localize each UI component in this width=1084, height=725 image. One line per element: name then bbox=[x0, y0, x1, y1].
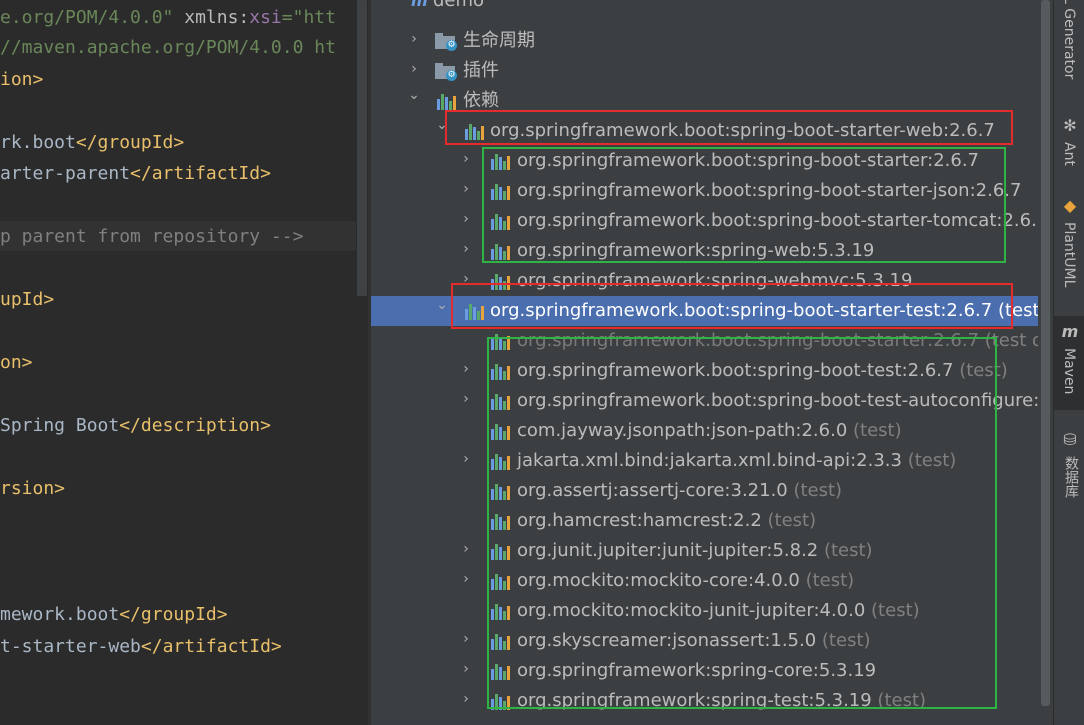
editor-scrollbar-thumb[interactable] bbox=[357, 0, 367, 296]
code-token: Spring Boot bbox=[0, 415, 120, 436]
chevron-right-icon[interactable]: › bbox=[459, 392, 473, 406]
code-line: Spring Boot</description> bbox=[0, 412, 271, 440]
tree-scrollbar-thumb[interactable] bbox=[1041, 0, 1050, 706]
chevron-right-icon[interactable]: › bbox=[459, 572, 473, 586]
chevron-right-icon[interactable]: › bbox=[459, 692, 473, 706]
tree-row[interactable]: › ⚙ 插件 bbox=[371, 56, 1053, 86]
chevron-right-icon[interactable]: › bbox=[459, 362, 473, 376]
chevron-right-icon[interactable]: › bbox=[459, 632, 473, 646]
maven-dependency-tree[interactable]: m demo › ⚙ 生命周期 › ⚙ 插件 ⌄ 依赖 ⌄ org.springframework.b… bbox=[371, 0, 1053, 725]
code-line: p parent from repository --> bbox=[0, 223, 303, 251]
code-token: rk.boot bbox=[0, 132, 76, 153]
code-token: t-starter-web bbox=[0, 636, 141, 657]
tree-row-label: 生命周期 bbox=[463, 26, 535, 56]
chevron-right-icon[interactable]: › bbox=[407, 62, 421, 76]
ant-icon: ✻ bbox=[1063, 116, 1077, 135]
code-token: </description> bbox=[119, 415, 271, 436]
maven-module-icon: m bbox=[411, 0, 428, 10]
database-icon: ⛁ bbox=[1063, 430, 1077, 449]
code-token: rsion> bbox=[0, 478, 66, 499]
chevron-right-icon[interactable]: › bbox=[459, 152, 473, 166]
code-token: ="htt bbox=[281, 7, 336, 28]
folder-gear-icon: ⚙ bbox=[435, 31, 457, 51]
tool-ant[interactable]: ✻ Ant bbox=[1054, 110, 1084, 170]
highlight-box-starter-web bbox=[445, 110, 1013, 145]
dependency-name: 插件 bbox=[463, 60, 499, 81]
chevron-right-icon[interactable]: › bbox=[459, 662, 473, 676]
tool-database-label: 数据库 bbox=[1063, 456, 1079, 498]
dependencies-icon bbox=[435, 91, 457, 111]
tool-generator-label: L Generator bbox=[1061, 0, 1077, 80]
chevron-right-icon[interactable]: › bbox=[459, 242, 473, 256]
chevron-right-icon[interactable]: › bbox=[459, 542, 473, 556]
tree-row-label: demo bbox=[433, 0, 484, 16]
code-token: //maven.apache.org/POM/4.0.0 ht bbox=[0, 37, 336, 58]
code-token: </artifactId> bbox=[140, 636, 282, 657]
plantuml-icon: ◆ bbox=[1063, 196, 1077, 215]
tree-row[interactable]: m demo bbox=[371, 0, 1053, 16]
code-token: xsi bbox=[249, 7, 282, 28]
code-token: </groupId> bbox=[75, 132, 185, 153]
tool-plantuml-label: PlantUML bbox=[1061, 222, 1077, 288]
code-editor[interactable]: e.org/POM/4.0.0" xmlns:xsi="htt //maven.a… bbox=[0, 0, 356, 725]
code-token: arter-parent bbox=[0, 163, 131, 184]
code-token: on> bbox=[0, 352, 33, 373]
chevron-right-icon[interactable]: › bbox=[459, 182, 473, 196]
tool-maven[interactable]: m Maven bbox=[1054, 316, 1084, 410]
chevron-right-icon[interactable]: › bbox=[459, 212, 473, 226]
chevron-down-icon[interactable]: ⌄ bbox=[407, 88, 421, 102]
code-line: ion> bbox=[0, 66, 43, 94]
code-line: //maven.apache.org/POM/4.0.0 ht bbox=[0, 34, 336, 62]
highlight-box-test-children bbox=[487, 337, 997, 709]
tool-generator[interactable]: L Generator bbox=[1054, 0, 1084, 100]
folder-gear-icon: ⚙ bbox=[435, 61, 457, 81]
code-token: ion> bbox=[0, 69, 44, 90]
code-line: upId> bbox=[0, 286, 54, 314]
code-token: p parent from repository --> bbox=[0, 226, 304, 247]
code-line: rk.boot</groupId> bbox=[0, 129, 184, 157]
chevron-right-icon[interactable]: › bbox=[459, 452, 473, 466]
code-token: mework.boot bbox=[0, 604, 120, 625]
tool-plantuml[interactable]: ◆ PlantUML bbox=[1054, 190, 1084, 300]
code-line: arter-parent</artifactId> bbox=[0, 160, 271, 188]
code-token: </artifactId> bbox=[130, 163, 271, 184]
code-token: xmlns: bbox=[173, 7, 250, 28]
chevron-down-icon[interactable]: ⌄ bbox=[435, 298, 449, 312]
dependency-name: demo bbox=[433, 0, 485, 11]
highlight-box-starter-test bbox=[451, 283, 1013, 329]
right-tool-strip: L Generator ✻ Ant ◆ PlantUML m Maven ⛁ 数… bbox=[1053, 0, 1084, 725]
code-line: mework.boot</groupId> bbox=[0, 601, 228, 629]
dependency-name: 依赖 bbox=[463, 90, 499, 111]
tool-ant-label: Ant bbox=[1061, 142, 1077, 166]
maven-icon: m bbox=[1061, 322, 1079, 341]
chevron-right-icon[interactable]: › bbox=[407, 32, 421, 46]
dependency-name: 生命周期 bbox=[463, 30, 535, 51]
code-line: e.org/POM/4.0.0" xmlns:xsi="htt bbox=[0, 4, 336, 32]
tree-row[interactable]: › ⚙ 生命周期 bbox=[371, 26, 1053, 56]
code-token: e.org/POM/4.0.0" bbox=[0, 7, 174, 28]
code-token: </groupId> bbox=[119, 604, 228, 625]
tool-maven-label: Maven bbox=[1061, 348, 1077, 395]
code-line: t-starter-web</artifactId> bbox=[0, 633, 282, 661]
code-token: upId> bbox=[0, 289, 55, 310]
tool-database[interactable]: ⛁ 数据库 bbox=[1054, 424, 1084, 514]
code-line: on> bbox=[0, 349, 33, 377]
tree-row-label: 插件 bbox=[463, 56, 499, 86]
highlight-box-web-children bbox=[482, 147, 1006, 263]
code-line: rsion> bbox=[0, 475, 65, 503]
